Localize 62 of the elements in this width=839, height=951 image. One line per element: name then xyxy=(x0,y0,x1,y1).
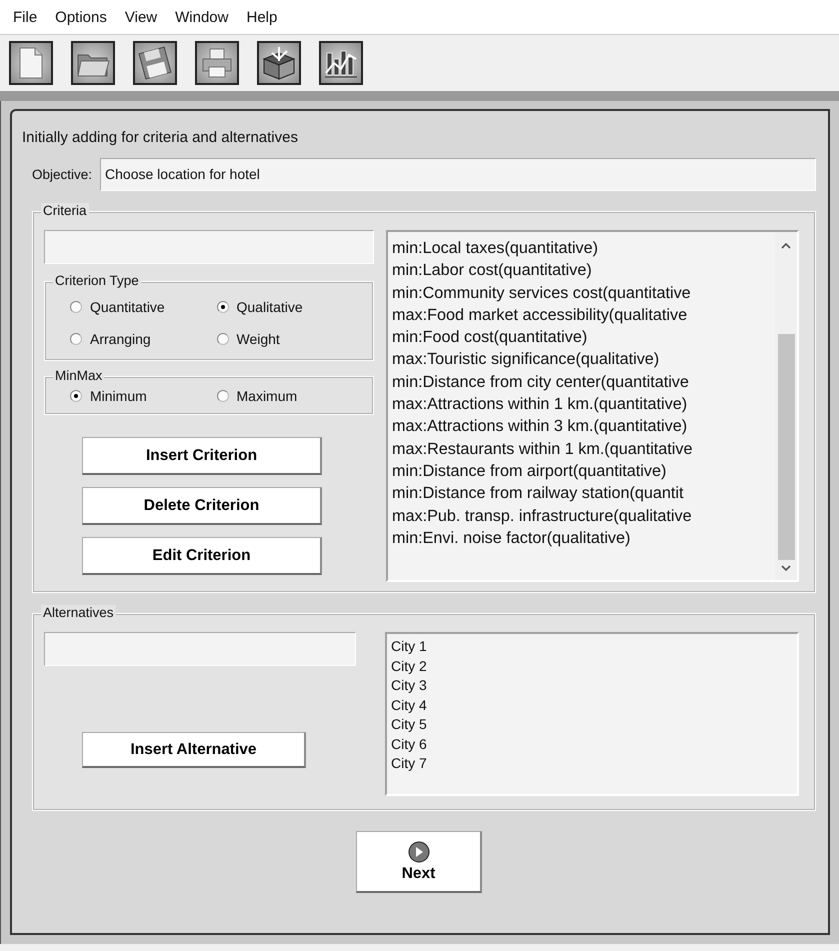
radio-label: Qualitative xyxy=(236,299,303,315)
criterion-button[interactable]: Insert Criterion xyxy=(82,437,322,475)
list-item[interactable]: City 2 xyxy=(391,656,797,676)
new-button[interactable] xyxy=(9,41,53,85)
menu-item[interactable]: View xyxy=(116,8,166,26)
list-item[interactable]: min:Distance from airport(quantitative) xyxy=(392,460,775,482)
menu-item[interactable]: Window xyxy=(166,8,238,26)
next-button[interactable]: Next xyxy=(356,831,482,893)
radio-button[interactable] xyxy=(216,333,228,345)
radio-button[interactable] xyxy=(70,390,82,402)
radio-label: Arranging xyxy=(90,331,151,347)
insert-alternative-button[interactable]: Insert Alternative xyxy=(82,732,306,768)
list-item[interactable]: min:Distance from railway station(quantit xyxy=(392,482,775,505)
list-item[interactable]: max:Food market accessibility(qualitative xyxy=(392,304,775,326)
scrollbar-thumb[interactable] xyxy=(778,334,794,560)
list-item[interactable]: City 4 xyxy=(391,696,797,715)
criterion-field[interactable] xyxy=(44,230,374,264)
list-item[interactable]: City 3 xyxy=(391,676,797,696)
print-button[interactable] xyxy=(195,41,239,85)
list-item[interactable]: City 5 xyxy=(391,715,797,734)
printer-icon xyxy=(200,47,234,79)
objective-field[interactable]: Choose location for hotel xyxy=(100,158,816,191)
alternative-field[interactable] xyxy=(44,632,356,666)
list-item[interactable]: max:Restaurants within 1 km.(quantitative xyxy=(392,438,775,460)
radio-button[interactable] xyxy=(216,390,228,402)
radio-label: Minimum xyxy=(90,388,147,404)
list-item[interactable]: City 6 xyxy=(391,734,797,754)
criterion-button[interactable]: Edit Criterion xyxy=(82,537,322,575)
menu-item[interactable]: Options xyxy=(46,8,116,26)
scroll-down-icon[interactable] xyxy=(780,564,792,572)
list-item[interactable]: min:Community services cost(quantitative xyxy=(392,282,775,304)
alternatives-list[interactable]: City 1 City 2 City 3 City 4 City 5 City 6 City 7 xyxy=(385,632,799,796)
list-item[interactable]: max:Attractions within 3 km.(quantitative) xyxy=(392,415,775,438)
list-item[interactable]: min:Food cost(quantitative) xyxy=(392,326,775,348)
list-item[interactable]: max:Attractions within 1 km.(quantitative) xyxy=(392,393,775,416)
list-item[interactable]: max:Pub. transp. infrastructure(qualitative xyxy=(392,504,775,527)
list-item[interactable]: min:Distance from city center(quantitative xyxy=(392,370,775,394)
objective-label: Objective: xyxy=(32,167,92,182)
criteria-list[interactable] xyxy=(386,230,799,582)
radio-button[interactable] xyxy=(216,301,228,313)
tools-button[interactable] xyxy=(257,41,301,85)
play-icon xyxy=(408,840,430,862)
radio-label: Maximum xyxy=(236,388,298,404)
scroll-up-icon[interactable] xyxy=(780,242,792,250)
open-button[interactable] xyxy=(71,41,115,85)
list-item[interactable]: City 7 xyxy=(391,754,797,774)
menu-item[interactable]: File xyxy=(4,8,46,26)
criterion-button[interactable]: Delete Criterion xyxy=(82,487,322,525)
list-item[interactable]: min:Local taxes(quantitative) xyxy=(392,237,775,260)
radio-button[interactable] xyxy=(70,301,82,313)
list-item[interactable]: min:Labor cost(quantitative) xyxy=(392,259,775,282)
group-label: Criterion Type xyxy=(53,273,141,289)
chart-button[interactable] xyxy=(319,41,363,85)
menu-item[interactable]: Help xyxy=(237,8,286,26)
list-item[interactable]: max:Touristic significance(qualitative) xyxy=(392,348,775,371)
radio-button[interactable] xyxy=(70,333,82,345)
radio-label: Quantitative xyxy=(90,299,165,315)
dialog-title: Initially adding for criteria and alternatives xyxy=(22,129,299,146)
radio-label: Weight xyxy=(236,331,280,347)
list-item[interactable]: min:Envi. noise factor(qualitative) xyxy=(392,526,775,550)
list-item[interactable]: City 1 xyxy=(391,637,797,656)
save-button[interactable] xyxy=(133,41,177,85)
